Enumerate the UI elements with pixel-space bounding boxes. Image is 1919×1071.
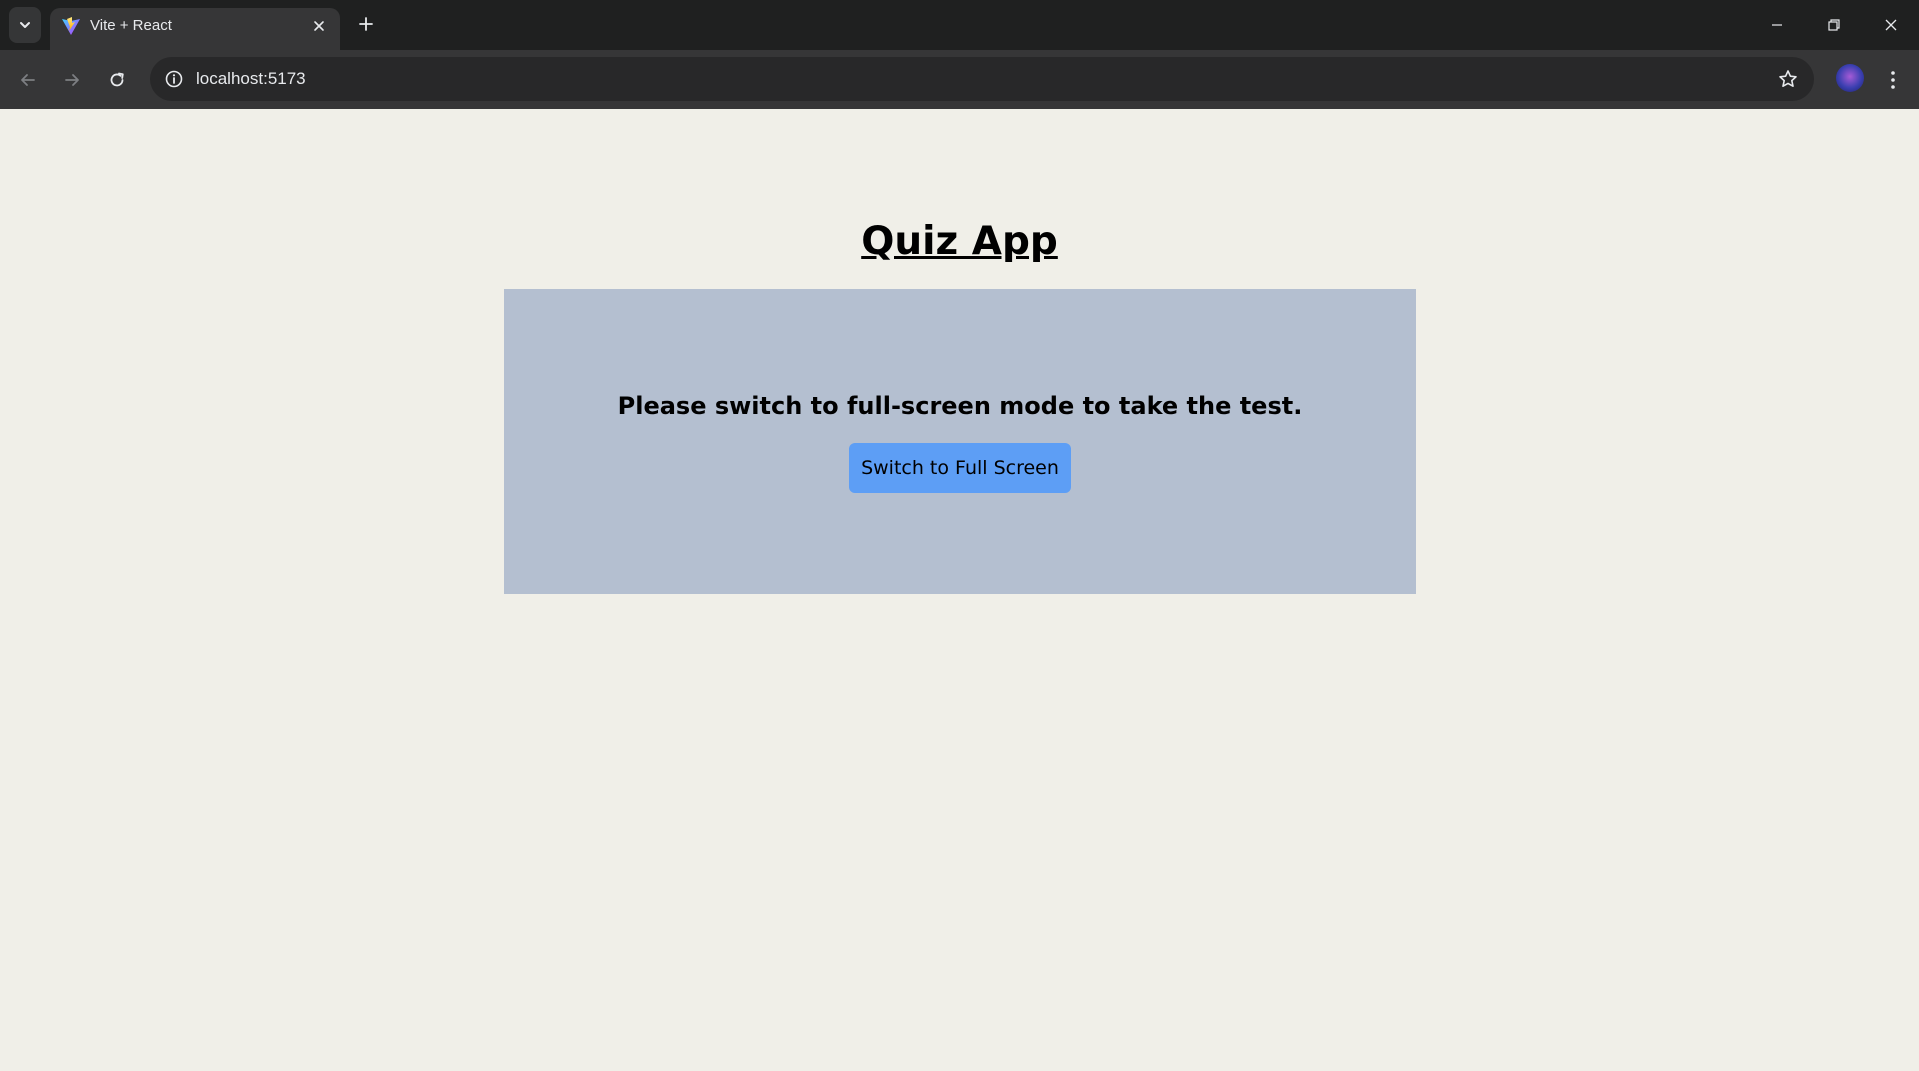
page-viewport: Quiz App Please switch to full-screen mo… (0, 109, 1919, 1071)
tab-strip: Vite + React (0, 0, 1919, 50)
page-title: Quiz App (861, 219, 1058, 264)
new-tab-button[interactable] (354, 12, 378, 36)
close-window-button[interactable] (1878, 12, 1904, 38)
url-text: localhost:5173 (196, 69, 306, 88)
star-icon (1779, 70, 1797, 87)
minimize-button[interactable] (1764, 12, 1790, 38)
restore-button[interactable] (1821, 12, 1847, 38)
browser-menu-button[interactable] (1880, 66, 1906, 94)
minimize-icon (1772, 24, 1782, 26)
info-icon (165, 70, 183, 88)
browser-tab[interactable]: Vite + React (50, 8, 340, 50)
bookmark-button[interactable] (1776, 67, 1800, 91)
close-icon (1885, 19, 1897, 31)
switch-fullscreen-button[interactable]: Switch to Full Screen (849, 443, 1071, 493)
vite-logo-icon (62, 17, 80, 35)
site-info-button[interactable] (162, 67, 186, 91)
arrow-left-icon (21, 74, 35, 86)
fullscreen-prompt-panel: Please switch to full-screen mode to tak… (504, 289, 1416, 594)
more-vertical-icon (1891, 71, 1895, 89)
arrow-right-icon (65, 74, 79, 86)
back-button[interactable] (14, 66, 42, 94)
restore-icon (1828, 19, 1840, 31)
tab-title: Vite + React (90, 17, 172, 34)
fullscreen-message: Please switch to full-screen mode to tak… (617, 392, 1303, 420)
chevron-down-icon (20, 22, 30, 28)
reload-icon (110, 72, 124, 87)
forward-button[interactable] (58, 66, 86, 94)
tab-search-button[interactable] (9, 7, 41, 43)
tab-close-button[interactable] (308, 15, 330, 37)
profile-avatar[interactable] (1836, 64, 1864, 92)
address-bar[interactable]: localhost:5173 (150, 57, 1814, 101)
plus-icon (359, 17, 373, 31)
browser-toolbar: localhost:5173 (0, 50, 1919, 109)
reload-button[interactable] (103, 66, 131, 94)
close-icon (314, 21, 324, 31)
